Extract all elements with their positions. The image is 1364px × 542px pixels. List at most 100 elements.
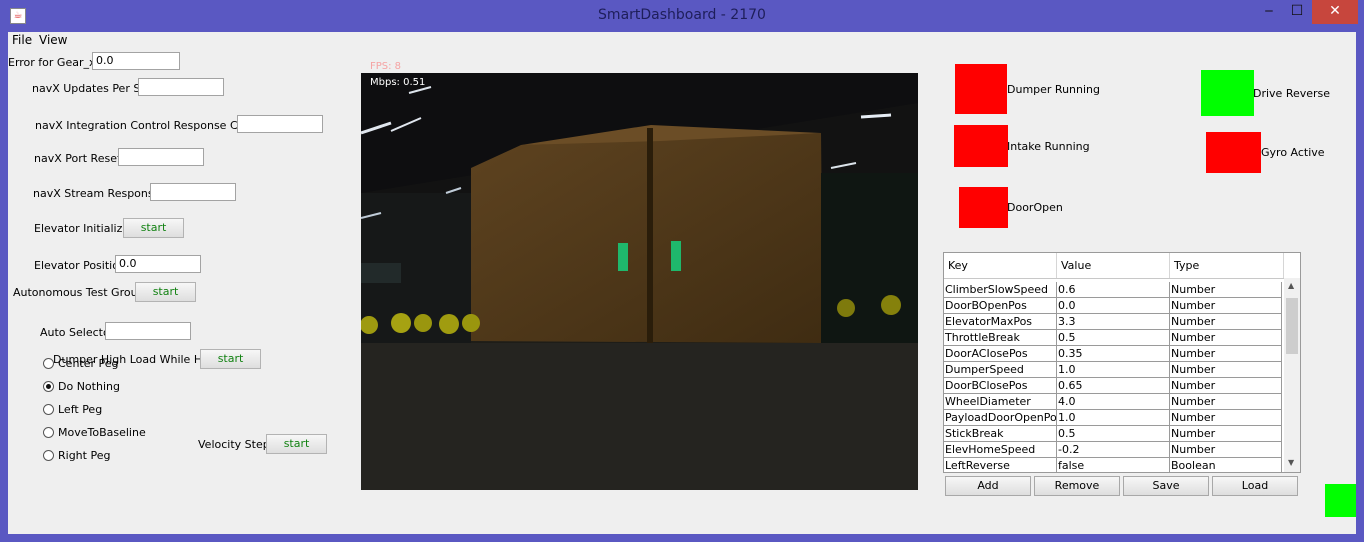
cell-type[interactable]: Number (1170, 330, 1282, 346)
navx-stream-field[interactable] (150, 183, 236, 201)
scroll-thumb[interactable] (1286, 298, 1298, 354)
cell-key[interactable]: ThrottleBreak (944, 330, 1057, 346)
door-open-label: DoorOpen (1007, 201, 1063, 214)
navx-stream-label: navX Stream Responses (33, 187, 167, 200)
dumper-high-start-button[interactable]: start (200, 349, 261, 369)
table-row[interactable]: DoorACIosePos 0.35 Number (944, 346, 1282, 362)
table-row[interactable]: ElevHomeSpeed -0.2 Number (944, 442, 1282, 458)
cell-value[interactable]: 0.35 (1057, 346, 1170, 362)
cell-type[interactable]: Number (1170, 282, 1282, 298)
dashboard-area: File View Error for Gear_x: 0.0 navX Upd… (8, 32, 1356, 534)
cell-type[interactable]: Number (1170, 410, 1282, 426)
cell-value[interactable]: false (1057, 458, 1170, 472)
cell-value[interactable]: 4.0 (1057, 394, 1170, 410)
navx-updates-field[interactable] (138, 78, 224, 96)
cell-type[interactable]: Number (1170, 298, 1282, 314)
cell-key[interactable]: DoorACIosePos (944, 346, 1057, 362)
navx-integration-label: navX Integration Control Response Count (35, 119, 263, 132)
elevator-position-field[interactable]: 0.0 (115, 255, 201, 273)
cell-key[interactable]: PayloadDoorOpenPos (944, 410, 1057, 426)
radio-move-to-baseline-label: MoveToBaseline (58, 426, 146, 439)
navx-integration-field[interactable] (237, 115, 323, 133)
camera-stream: Mbps: 0.51 (361, 73, 918, 490)
table-row[interactable]: ClimberSlowSpeed 0.6 Number (944, 282, 1282, 298)
auto-selector-field[interactable] (105, 322, 191, 340)
column-key[interactable]: Key (944, 253, 1057, 278)
navx-port-resets-label: navX Port Resets (34, 152, 128, 165)
cell-type[interactable]: Boolean (1170, 458, 1282, 472)
table-row[interactable]: DoorBOpenPos 0.0 Number (944, 298, 1282, 314)
gear-x-field[interactable]: 0.0 (92, 52, 180, 70)
remove-button[interactable]: Remove (1034, 476, 1120, 496)
cell-key[interactable]: DumperSpeed (944, 362, 1057, 378)
close-button[interactable]: ✕ (1312, 0, 1358, 24)
table-row[interactable]: ThrottleBreak 0.5 Number (944, 330, 1282, 346)
cell-type[interactable]: Number (1170, 442, 1282, 458)
cell-type[interactable]: Number (1170, 362, 1282, 378)
cell-key[interactable]: StickBreak (944, 426, 1057, 442)
gyro-active-label: Gyro Active (1261, 146, 1325, 159)
scroll-up-icon[interactable]: ▲ (1288, 281, 1294, 290)
cell-value[interactable]: 3.3 (1057, 314, 1170, 330)
cell-value[interactable]: 0.5 (1057, 330, 1170, 346)
cell-key[interactable]: ClimberSlowSpeed (944, 282, 1057, 298)
radio-do-nothing-label: Do Nothing (58, 380, 120, 393)
minimize-button[interactable]: ‒ (1256, 0, 1282, 24)
cell-value[interactable]: -0.2 (1057, 442, 1170, 458)
navx-port-resets-field[interactable] (118, 148, 204, 166)
elevator-position-label: Elevator Position (34, 259, 126, 272)
table-row[interactable]: ElevatorMaxPos 3.3 Number (944, 314, 1282, 330)
cell-key[interactable]: DoorBOpenPos (944, 298, 1057, 314)
cell-value[interactable]: 0.0 (1057, 298, 1170, 314)
maximize-button[interactable]: ☐ (1284, 0, 1310, 24)
add-button[interactable]: Add (945, 476, 1031, 496)
cell-key[interactable]: WheelDiameter (944, 394, 1057, 410)
preferences-table[interactable]: Key Value Type ClimberSlowSpeed 0.6 Number… (943, 252, 1301, 473)
cell-key[interactable]: ElevHomeSpeed (944, 442, 1057, 458)
cell-type[interactable]: Number (1170, 314, 1282, 330)
velocity-step-start-button[interactable]: start (266, 434, 327, 454)
dumper-running-label: Dumper Running (1007, 83, 1101, 96)
cell-key[interactable]: ElevatorMaxPos (944, 314, 1057, 330)
menu-view[interactable]: View (39, 33, 67, 47)
table-row[interactable]: PayloadDoorOpenPos 1.0 Number (944, 410, 1282, 426)
cell-value[interactable]: 0.5 (1057, 426, 1170, 442)
radio-do-nothing[interactable] (43, 381, 54, 392)
save-button[interactable]: Save (1123, 476, 1209, 496)
cell-type[interactable]: Number (1170, 378, 1282, 394)
title-bar: ☕ SmartDashboard - 2170 ‒ ☐ ✕ (0, 0, 1364, 32)
cell-value[interactable]: 0.6 (1057, 282, 1170, 298)
camera-image (361, 73, 918, 490)
scroll-down-icon[interactable]: ▼ (1288, 458, 1294, 467)
table-scrollbar[interactable]: ▲ ▼ (1284, 278, 1300, 472)
table-row[interactable]: DumperSpeed 1.0 Number (944, 362, 1282, 378)
table-row[interactable]: StickBreak 0.5 Number (944, 426, 1282, 442)
radio-right-peg[interactable] (43, 450, 54, 461)
table-row[interactable]: WheelDiameter 4.0 Number (944, 394, 1282, 410)
elevator-init-label: Elevator Initialize (34, 222, 130, 235)
radio-left-peg[interactable] (43, 404, 54, 415)
auto-selector-label: Auto Selector (40, 326, 115, 339)
table-row[interactable]: DoorBClosePos 0.65 Number (944, 378, 1282, 394)
cell-value[interactable]: 0.65 (1057, 378, 1170, 394)
column-value[interactable]: Value (1057, 253, 1170, 278)
cell-key[interactable]: DoorBClosePos (944, 378, 1057, 394)
cell-type[interactable]: Number (1170, 346, 1282, 362)
velocity-step-label: Velocity Step (198, 438, 270, 451)
cell-value[interactable]: 1.0 (1057, 410, 1170, 426)
cell-value[interactable]: 1.0 (1057, 362, 1170, 378)
auto-test-start-button[interactable]: start (135, 282, 196, 302)
menu-file[interactable]: File (12, 33, 32, 47)
gear-x-label: Error for Gear_x: (8, 56, 100, 69)
cell-type[interactable]: Number (1170, 426, 1282, 442)
table-row[interactable]: LeftReverse false Boolean (944, 458, 1282, 472)
cell-key[interactable]: LeftReverse (944, 458, 1057, 472)
cell-type[interactable]: Number (1170, 394, 1282, 410)
radio-move-to-baseline[interactable] (43, 427, 54, 438)
radio-left-peg-label: Left Peg (58, 403, 103, 416)
elevator-init-start-button[interactable]: start (123, 218, 184, 238)
column-type[interactable]: Type (1170, 253, 1284, 278)
table-header: Key Value Type (944, 253, 1284, 279)
corner-status-indicator (1325, 484, 1356, 517)
load-button[interactable]: Load (1212, 476, 1298, 496)
